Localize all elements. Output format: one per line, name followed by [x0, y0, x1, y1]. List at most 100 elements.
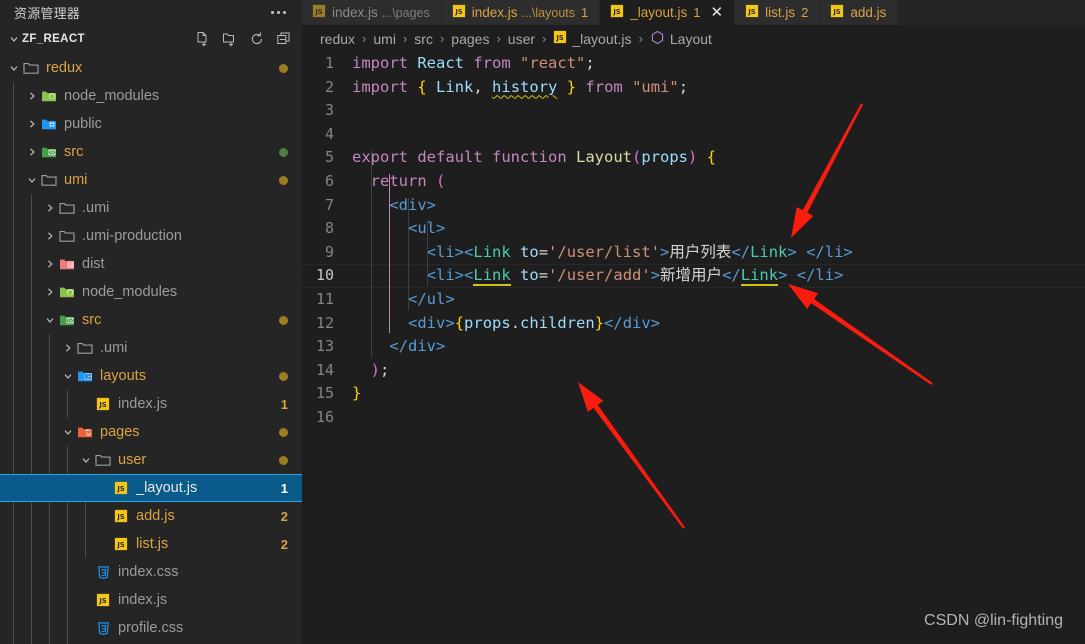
js-icon: JS — [553, 30, 567, 47]
code-line[interactable]: 16 — [302, 406, 1085, 430]
project-root-header[interactable]: ZF_REACT — [0, 24, 302, 54]
tree-folder-node-modules[interactable]: node_modules — [0, 278, 302, 306]
indent-guide — [370, 150, 372, 357]
code-line-text: <li><Link to='/user/add'>新增用户</Link> </l… — [426, 266, 844, 287]
indent-guide — [389, 174, 391, 334]
code-line[interactable]: 11 </ul> — [302, 288, 1085, 312]
chevron-right-icon[interactable] — [60, 342, 76, 354]
symbol-function-icon — [650, 30, 665, 48]
folder-pages — [76, 424, 94, 440]
editor-tab--layout-js[interactable]: JS _layout.js 1 ✕ — [600, 0, 736, 25]
tree-item-label: .umi-production — [82, 228, 182, 244]
chevron-right-icon[interactable] — [42, 286, 58, 298]
tree-folder-umi[interactable]: umi — [0, 166, 302, 194]
tree-folder-src[interactable]: src — [0, 138, 302, 166]
tree-file--layout-js[interactable]: JS _layout.js 1 — [0, 474, 302, 502]
line-number: 6 — [324, 171, 334, 190]
chevron-right-icon[interactable] — [42, 202, 58, 214]
tab-label: index.js — [471, 5, 518, 20]
problem-count-badge: 2 — [280, 536, 288, 552]
editor-tab-index-js[interactable]: JS index.js ...\layouts 1 — [441, 0, 601, 25]
code-line[interactable]: 7 <div> — [302, 194, 1085, 218]
chevron-right-icon[interactable] — [42, 258, 58, 270]
breadcrumb-item-umi[interactable]: umi — [373, 31, 396, 47]
code-line[interactable]: 4 — [302, 123, 1085, 147]
tree-folder-dist[interactable]: dist — [0, 250, 302, 278]
close-icon[interactable]: ✕ — [711, 5, 724, 20]
chevron-right-icon[interactable] — [24, 146, 40, 158]
code-line-text: export default function Layout(props) { — [352, 148, 717, 167]
code-line[interactable]: 6 return ( — [302, 170, 1085, 194]
code-line-text: </ul> — [408, 289, 455, 308]
breadcrumb-item--layout-js[interactable]: JS _layout.js — [553, 30, 632, 47]
breadcrumb: redux › umi › src › pages › user › JS _layout.js › La… — [302, 25, 1085, 52]
tab-path-suffix: ...\pages — [381, 5, 430, 20]
tree-file-index-js[interactable]: JS index.js 1 — [0, 390, 302, 418]
breadcrumb-item-redux[interactable]: redux — [320, 31, 355, 47]
chevron-down-icon[interactable] — [60, 426, 76, 438]
code-line[interactable]: 15} — [302, 382, 1085, 406]
breadcrumb-item-layout[interactable]: Layout — [650, 30, 712, 48]
code-line[interactable]: 8 <ul> — [302, 217, 1085, 241]
folder-plain — [94, 452, 112, 468]
chevron-down-icon[interactable] — [78, 454, 94, 466]
code-line[interactable]: 9 <li><Link to='/user/list'>用户列表</Link> … — [302, 241, 1085, 265]
chevron-right-icon[interactable] — [42, 230, 58, 242]
tree-folder-node-modules[interactable]: node_modules — [0, 82, 302, 110]
tree-folder-user[interactable]: user — [0, 446, 302, 474]
folder-plain — [58, 228, 76, 244]
chevron-down-icon[interactable] — [6, 62, 22, 74]
code-line[interactable]: 2 import { Link, history } from "umi"; — [302, 76, 1085, 100]
git-status-dot — [279, 427, 288, 437]
tree-folder-src[interactable]: src — [0, 306, 302, 334]
code-line[interactable]: 3 — [302, 99, 1085, 123]
tab-problem-count: 1 — [693, 5, 701, 20]
chevron-down-icon[interactable] — [24, 174, 40, 186]
code-editor[interactable]: 1 import React from "react"; 2 import { Lin… — [302, 52, 1085, 430]
chevron-down-icon[interactable] — [60, 370, 76, 382]
breadcrumb-item-src[interactable]: src — [414, 31, 433, 47]
tree-folder-redux[interactable]: redux — [0, 54, 302, 82]
code-line[interactable]: 1 import React from "react"; — [302, 52, 1085, 76]
new-folder-icon[interactable] — [222, 31, 238, 47]
chevron-down-icon[interactable] — [42, 314, 58, 326]
more-actions-icon[interactable] — [271, 10, 290, 14]
tree-folder--umi[interactable]: .umi — [0, 194, 302, 222]
code-line[interactable]: 13 </div> — [302, 335, 1085, 359]
explorer-panel-title: 资源管理器 — [14, 5, 81, 21]
tree-folder-layouts[interactable]: layouts — [0, 362, 302, 390]
tab-label: list.js — [765, 5, 796, 20]
code-line[interactable]: 5 export default function Layout(props) { — [302, 146, 1085, 170]
git-status-dot — [279, 371, 288, 381]
tree-file-index-css[interactable]: index.css — [0, 558, 302, 586]
file-tree: redux node_modules public src umi .umi .umi-pr… — [0, 54, 302, 644]
folder-layout — [76, 368, 94, 384]
code-line-text: <div>{props.children}</div> — [408, 313, 661, 332]
code-line[interactable]: 14 ); — [302, 359, 1085, 383]
svg-text:JS: JS — [98, 597, 106, 605]
editor-tab-add-js[interactable]: JS add.js — [820, 0, 899, 25]
refresh-icon[interactable] — [249, 31, 265, 47]
breadcrumb-item-user[interactable]: user — [508, 31, 535, 47]
tree-file-list-js[interactable]: JS list.js 2 — [0, 530, 302, 558]
code-line[interactable]: 12 <div>{props.children}</div> — [302, 312, 1085, 336]
tree-file-add-js[interactable]: JS add.js 2 — [0, 502, 302, 530]
folder-plain — [58, 200, 76, 216]
editor-tab-index-js[interactable]: JS index.js ...\pages — [302, 0, 442, 25]
code-line[interactable]: 10 <li><Link to='/user/add'>新增用户</Link> … — [302, 264, 1085, 288]
editor-tab-list-js[interactable]: JS list.js 2 — [735, 0, 821, 25]
tree-item-label: index.js — [118, 592, 168, 608]
breadcrumb-item-pages[interactable]: pages — [451, 31, 489, 47]
chevron-right-icon[interactable] — [24, 118, 40, 130]
tree-folder-pages[interactable]: pages — [0, 418, 302, 446]
tree-folder--umi-production[interactable]: .umi-production — [0, 222, 302, 250]
css-icon — [94, 565, 112, 580]
chevron-right-icon[interactable] — [24, 90, 40, 102]
collapse-all-icon[interactable] — [276, 31, 292, 47]
tree-file-index-js[interactable]: JS index.js — [0, 586, 302, 614]
tree-folder--umi[interactable]: .umi — [0, 334, 302, 362]
new-file-icon[interactable] — [195, 31, 211, 47]
tree-file-profile-css[interactable]: profile.css — [0, 614, 302, 642]
tree-folder-public[interactable]: public — [0, 110, 302, 138]
breadcrumb-label: Layout — [669, 30, 712, 47]
